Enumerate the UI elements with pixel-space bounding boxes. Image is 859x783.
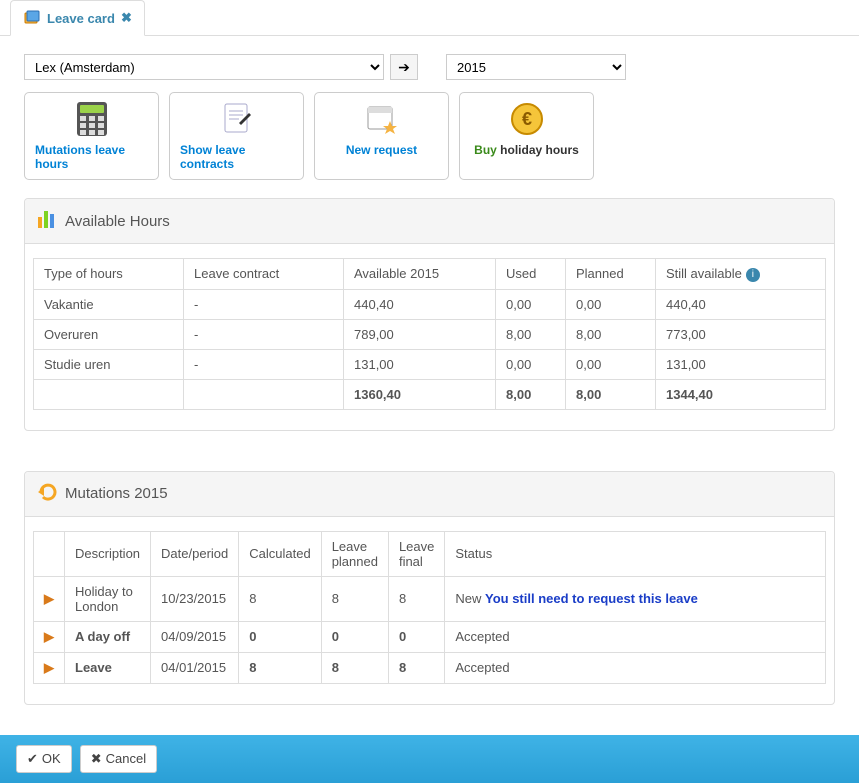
close-icon: ✖ <box>91 751 102 767</box>
tab-title: Leave card <box>47 11 115 26</box>
table-row: Overuren-789,008,008,00773,00 <box>34 319 826 349</box>
mutations-panel: Mutations 2015 Description Date/period C… <box>24 471 835 705</box>
euro-coin-icon: € <box>509 101 545 137</box>
content: Lex (Amsterdam) ➔ 2015 Mutations leave h… <box>0 36 859 735</box>
ok-button[interactable]: ✔OK <box>16 745 72 773</box>
new-request-button[interactable]: New request <box>314 92 449 180</box>
calculator-icon <box>74 101 110 137</box>
check-icon: ✔ <box>27 751 38 767</box>
available-hours-panel: Available Hours Type of hours Leave cont… <box>24 198 835 431</box>
info-icon[interactable]: i <box>746 268 760 282</box>
table-row: Studie uren-131,000,000,00131,00 <box>34 349 826 379</box>
table-row: ▶A day off04/09/2015000Accepted <box>34 621 826 652</box>
panel-header: Available Hours <box>25 199 834 244</box>
footer-bar: ✔OK ✖Cancel <box>0 735 859 783</box>
available-hours-table: Type of hours Leave contract Available 2… <box>33 258 826 410</box>
col-final: Leave final <box>388 531 444 576</box>
action-label: New request <box>346 143 417 157</box>
tab-leave-card[interactable]: Leave card ✖ <box>10 0 145 36</box>
contract-icon <box>219 101 255 137</box>
table-row: ▶Holiday to London10/23/2015888New You s… <box>34 576 826 621</box>
calendar-star-icon <box>364 101 400 137</box>
totals-row: 1360,408,008,001344,40 <box>34 379 826 409</box>
col-status: Status <box>445 531 826 576</box>
col-contract: Leave contract <box>184 259 344 290</box>
action-label: Mutations leave hours <box>35 143 148 171</box>
expand-icon[interactable]: ▶ <box>44 660 54 675</box>
mutations-leave-hours-button[interactable]: Mutations leave hours <box>24 92 159 180</box>
panel-title: Mutations 2015 <box>65 485 168 502</box>
col-used: Used <box>496 259 566 290</box>
selector-row: Lex (Amsterdam) ➔ 2015 <box>24 54 835 80</box>
action-label: Buy holiday hours <box>474 143 579 157</box>
arrow-button[interactable]: ➔ <box>390 54 418 80</box>
show-leave-contracts-button[interactable]: Show leave contracts <box>169 92 304 180</box>
col-type: Type of hours <box>34 259 184 290</box>
table-row: Vakantie-440,400,000,00440,40 <box>34 289 826 319</box>
col-date: Date/period <box>151 531 239 576</box>
col-calc: Calculated <box>239 531 321 576</box>
panel-title: Available Hours <box>65 213 170 230</box>
undo-arrow-icon <box>37 482 57 506</box>
table-row: ▶Leave04/01/2015888Accepted <box>34 652 826 683</box>
user-select[interactable]: Lex (Amsterdam) <box>24 54 384 80</box>
leave-card-icon <box>23 9 41 27</box>
chart-bars-icon <box>37 209 57 233</box>
tab-close-icon[interactable]: ✖ <box>121 10 132 26</box>
status-link[interactable]: You still need to request this leave <box>485 591 698 606</box>
action-buttons: Mutations leave hours Show leave contrac… <box>24 92 835 180</box>
col-planned: Leave planned <box>321 531 388 576</box>
expand-icon[interactable]: ▶ <box>44 591 54 606</box>
col-avail: Available 2015 <box>344 259 496 290</box>
action-label: Show leave contracts <box>180 143 293 171</box>
buy-holiday-hours-button[interactable]: € Buy holiday hours <box>459 92 594 180</box>
expand-icon[interactable]: ▶ <box>44 629 54 644</box>
cancel-button[interactable]: ✖Cancel <box>80 745 157 773</box>
col-expand <box>34 531 65 576</box>
svg-text:€: € <box>521 109 531 129</box>
panel-header: Mutations 2015 <box>25 472 834 517</box>
col-still: Still availablei <box>656 259 826 290</box>
year-select[interactable]: 2015 <box>446 54 626 80</box>
mutations-table: Description Date/period Calculated Leave… <box>33 531 826 684</box>
tab-bar: Leave card ✖ <box>0 0 859 36</box>
col-desc: Description <box>65 531 151 576</box>
col-planned: Planned <box>566 259 656 290</box>
